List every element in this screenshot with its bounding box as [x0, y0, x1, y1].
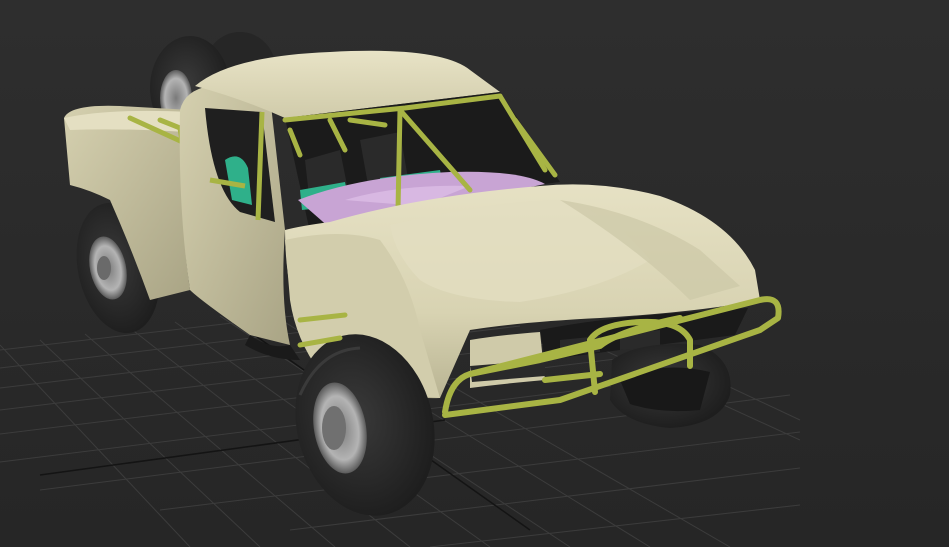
3d-viewport[interactable]: [0, 0, 949, 547]
viewport-canvas[interactable]: [0, 0, 949, 547]
front-right-wheel[interactable]: [610, 344, 731, 428]
